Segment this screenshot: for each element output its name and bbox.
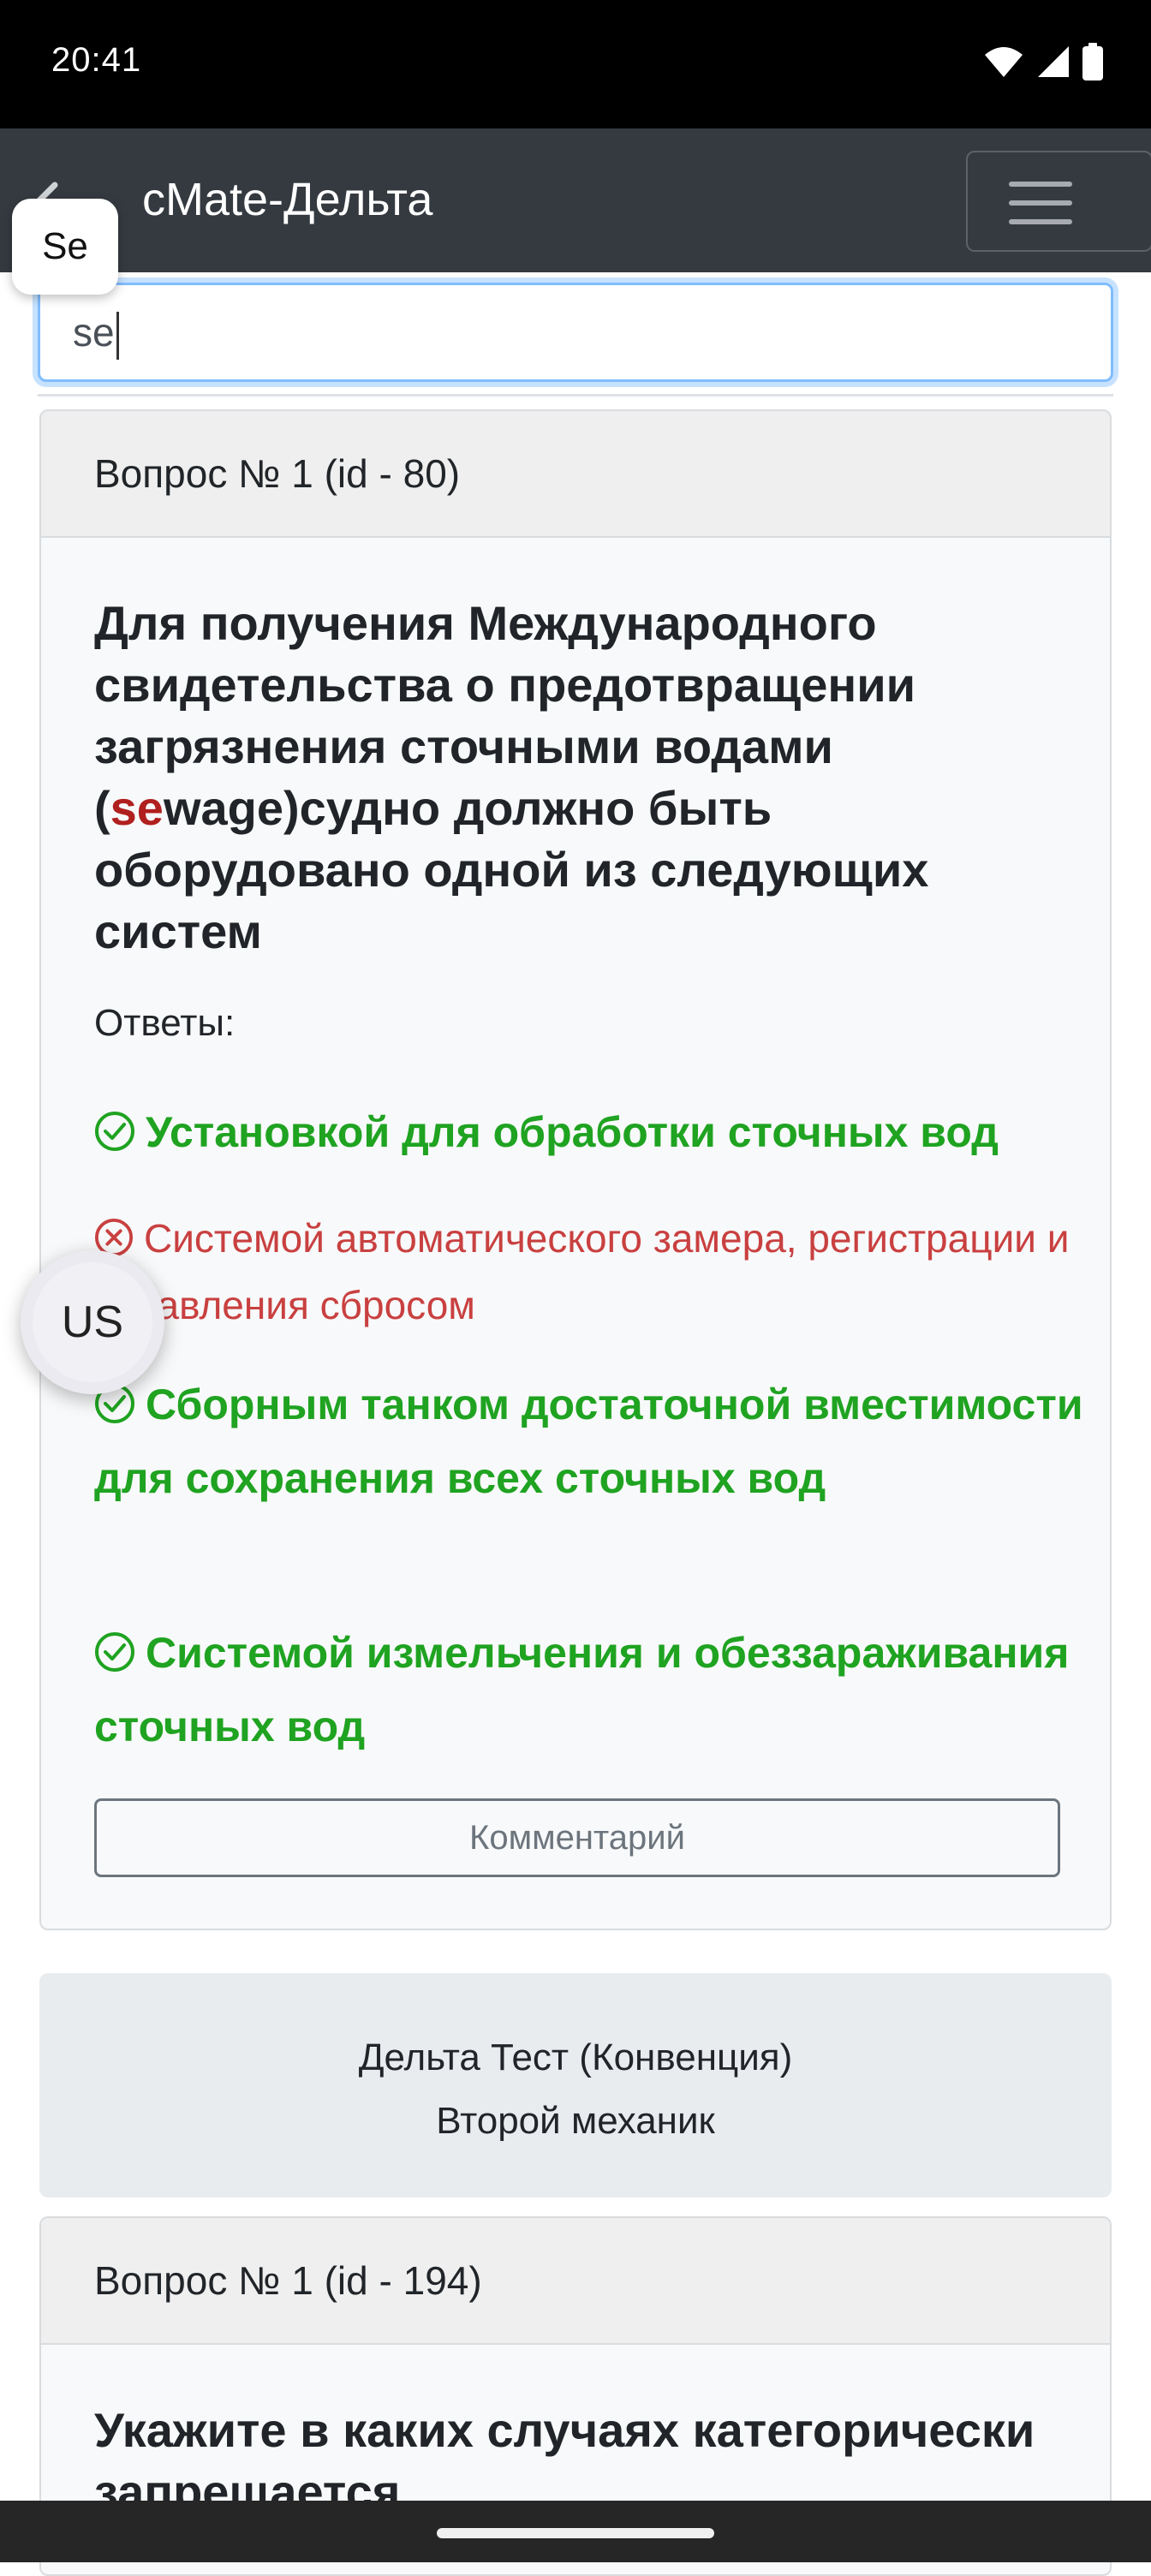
- answer-correct: Системой измельчения и обеззараживания с…: [94, 1619, 1105, 1761]
- hamburger-menu-icon: [1009, 182, 1072, 187]
- divider: [38, 394, 1113, 397]
- test-name: Дельта Тест (Конвенция): [358, 2036, 793, 2078]
- app-title: cMate-Дельта: [142, 174, 433, 225]
- search-input[interactable]: se: [38, 283, 1113, 382]
- signal-icon: [1038, 46, 1069, 77]
- system-navigation-bar: [0, 2501, 1151, 2562]
- answer-correct: Установкой для обработки сточных вод: [94, 1098, 1105, 1172]
- answers-label: Ответы:: [94, 1002, 236, 1044]
- question-card: Вопрос № 1 (id - 80) Для получения Между…: [39, 409, 1112, 1930]
- test-position: Второй механик: [436, 2100, 715, 2142]
- check-circle-icon: [94, 1624, 135, 1692]
- status-bar: 20:41: [0, 0, 1151, 128]
- home-gesture-handle[interactable]: [437, 2528, 714, 2538]
- text-cursor: [116, 311, 119, 360]
- question-header: Вопрос № 1 (id - 80): [41, 411, 1110, 538]
- language-label: US: [33, 1262, 152, 1382]
- floating-language-bubble[interactable]: US: [21, 1250, 164, 1394]
- question-header: Вопрос № 1 (id - 194): [41, 2218, 1110, 2345]
- status-time: 20:41: [51, 41, 142, 79]
- answer-incorrect: Системой автоматического замера, регистр…: [94, 1208, 1105, 1336]
- status-icons: [983, 43, 1103, 80]
- menu-toggle-button[interactable]: [966, 151, 1151, 252]
- answer-correct: Сборным танком достаточной вместимости д…: [94, 1370, 1105, 1512]
- test-info-box: Дельта Тест (Конвенция) Второй механик: [39, 1973, 1112, 2197]
- keyboard-suggestion-popup[interactable]: Se: [12, 199, 118, 295]
- comment-button[interactable]: Комментарий: [94, 1798, 1060, 1877]
- check-circle-icon: [94, 1103, 135, 1172]
- question-title: Для получения Международного свидетельст…: [94, 596, 929, 958]
- app-navbar: cMate-Дельта: [0, 128, 1151, 272]
- search-highlight: se: [110, 781, 164, 835]
- wifi-icon: [985, 47, 1023, 77]
- battery-icon: [1082, 43, 1103, 80]
- search-input-value: se: [73, 310, 115, 355]
